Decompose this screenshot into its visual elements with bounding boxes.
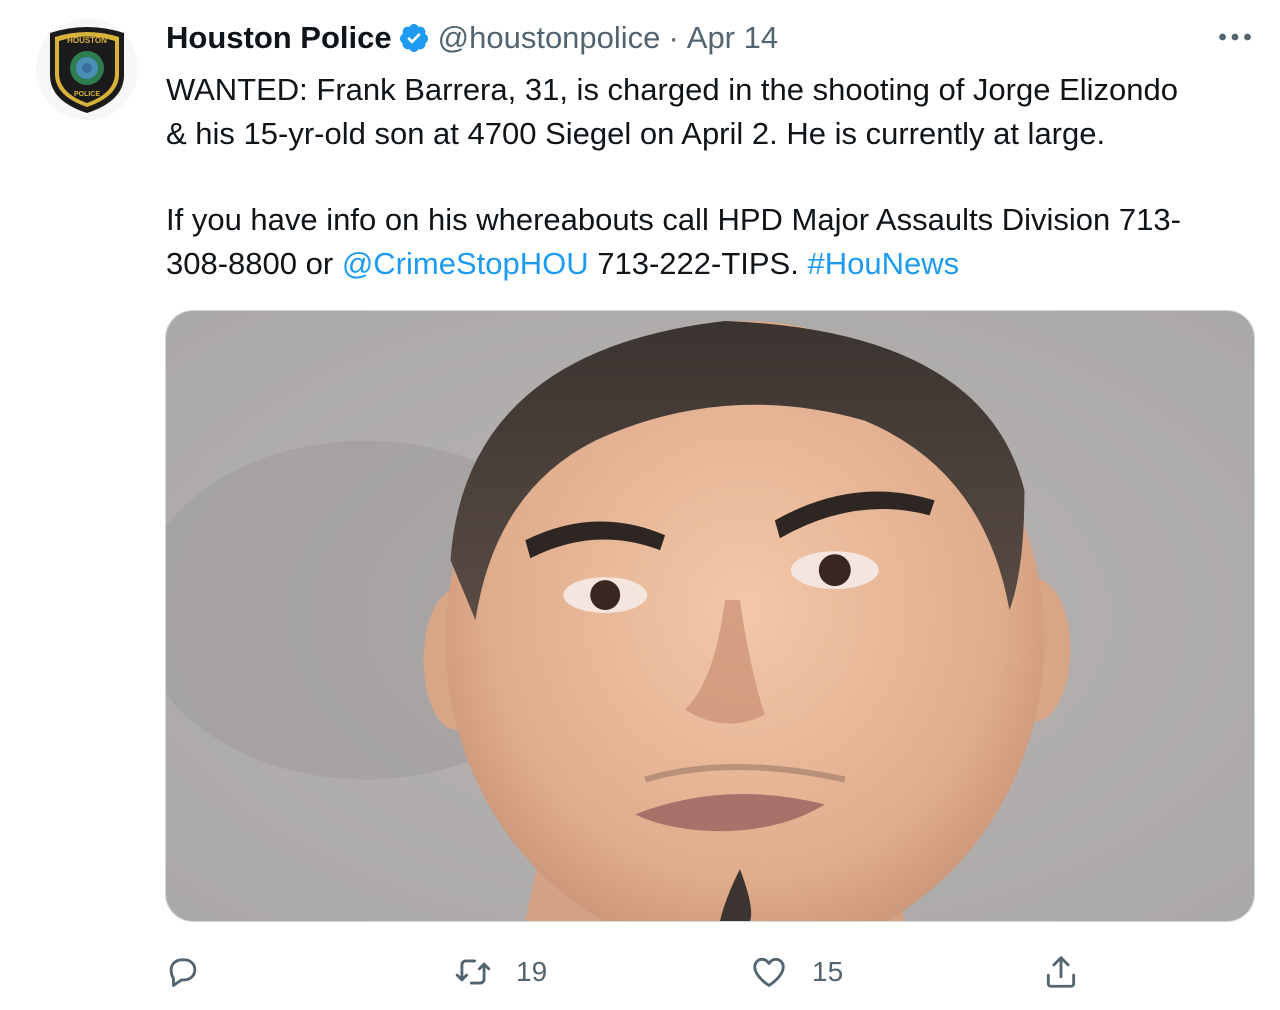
tweet-text-line: WANTED: Frank Barrera, 31, is charged in… [166, 72, 1178, 107]
tweet-text: WANTED: Frank Barrera, 31, is charged in… [166, 68, 1256, 285]
tweet-photo[interactable] [165, 310, 1255, 922]
mention-link[interactable]: @CrimeStopHOU [342, 246, 589, 281]
author-name[interactable]: Houston Police [166, 16, 392, 60]
author-handle[interactable]: @houstonpolice [438, 16, 661, 60]
tweet-header: Houston Police @houstonpolice · Apr 14 [166, 16, 778, 60]
more-options-icon[interactable] [1212, 22, 1258, 52]
tweet[interactable]: HOUSTON POLICE Houston Police @houstonpo… [0, 0, 1280, 1010]
share-icon [1046, 956, 1076, 988]
reply-icon [169, 958, 197, 987]
tweet-text-line: 308-8800 or [166, 245, 342, 281]
tweet-text-line: 713-222-TIPS. [588, 245, 808, 281]
retweet-count: 19 [516, 956, 548, 987]
avatar[interactable]: HOUSTON POLICE [36, 18, 138, 120]
reply-button[interactable] [164, 942, 226, 1002]
retweet-icon [455, 959, 491, 985]
avatar-badge-bottom: POLICE [74, 91, 100, 98]
avatar-badge-top: HOUSTON [67, 36, 107, 45]
retweet-button[interactable]: 19 [454, 942, 547, 1002]
police-badge-icon: HOUSTON POLICE [50, 27, 124, 113]
like-button[interactable]: 15 [750, 942, 843, 1002]
mugshot-image [166, 311, 1254, 921]
like-count: 15 [812, 956, 844, 987]
hashtag-link[interactable]: #HouNews [807, 246, 959, 281]
tweet-date[interactable]: Apr 14 [687, 16, 778, 60]
header-separator: · [668, 20, 679, 55]
share-button[interactable] [1042, 942, 1080, 1002]
tweet-actions: 19 15 [0, 942, 1280, 1002]
tweet-text-line: If you have info on his whereabouts call… [166, 202, 1181, 237]
heart-icon [753, 957, 785, 987]
verified-badge-icon [398, 22, 430, 54]
tweet-text-line: & his 15-yr-old son at 4700 Siegel on Ap… [166, 115, 1106, 151]
